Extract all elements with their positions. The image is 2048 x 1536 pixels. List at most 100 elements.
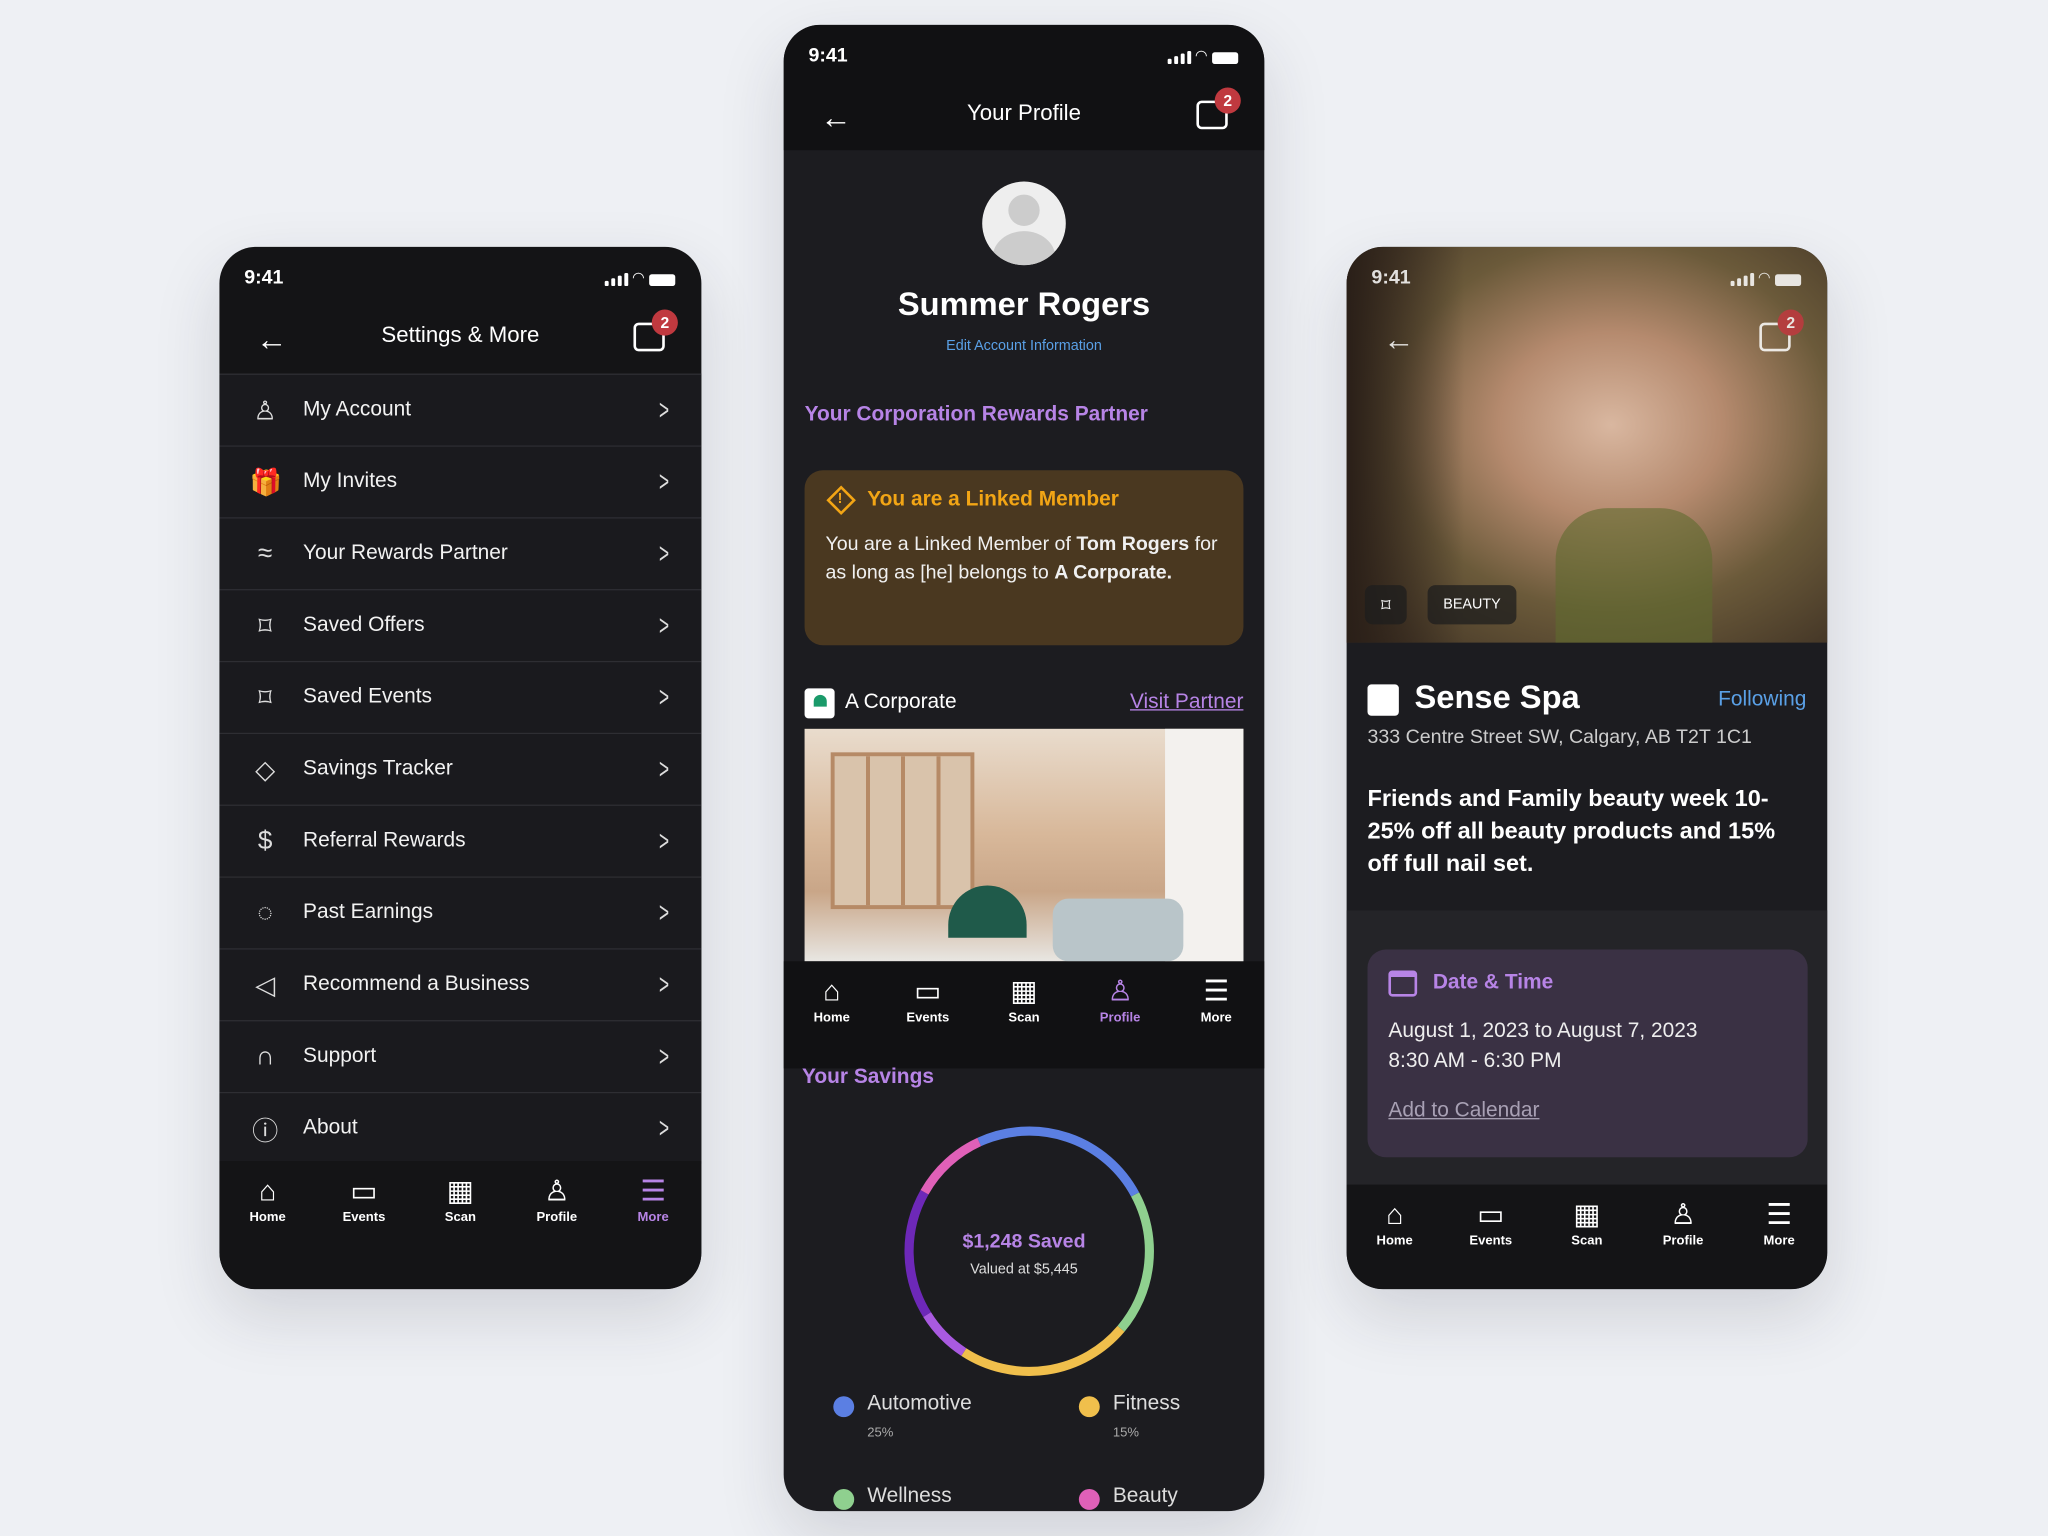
avatar[interactable] xyxy=(982,181,1066,266)
battery-icon xyxy=(649,274,676,287)
edit-account-link[interactable]: Edit Account Information xyxy=(784,338,1265,354)
business-logo xyxy=(1367,684,1399,716)
nav-label: Scan xyxy=(1008,1010,1040,1026)
nav-label: More xyxy=(1200,1010,1232,1026)
nav-profile[interactable]: ♙ Profile xyxy=(518,1161,596,1289)
status-bar: 9:41 ◠ xyxy=(1347,247,1828,304)
calendar-clock-icon xyxy=(1388,970,1418,997)
nav-events[interactable]: ▭ Events xyxy=(889,961,967,1068)
bookmark-button[interactable]: ⌑ xyxy=(1364,585,1407,625)
business-address: 333 Centre Street SW, Calgary, AB T2T 1C… xyxy=(1367,726,1752,749)
nav-more[interactable]: ☰ More xyxy=(614,1161,692,1289)
nav-label: Events xyxy=(906,1010,950,1026)
nav-profile[interactable]: ♙ Profile xyxy=(1644,1185,1722,1289)
donut-segment-3 xyxy=(923,1312,967,1356)
nav-scan[interactable]: ▦ Scan xyxy=(1548,1185,1626,1289)
nav-label: More xyxy=(1763,1234,1795,1249)
bookmark-icon: ⌑ xyxy=(258,683,272,713)
user-icon: ♙ xyxy=(1670,1197,1696,1231)
menu-item-label: Support xyxy=(303,1044,377,1068)
battery-icon xyxy=(1212,52,1239,64)
legend-label: Automotive xyxy=(867,1392,972,1415)
visit-partner-link[interactable]: Visit Partner xyxy=(1130,691,1243,715)
legend-swatch xyxy=(1078,1396,1100,1418)
menu-item-label: Saved Offers xyxy=(303,613,425,637)
headset-icon: ∩ xyxy=(255,1041,275,1071)
legend-swatch xyxy=(833,1396,855,1418)
nav-more[interactable]: ☰ More xyxy=(1177,961,1255,1068)
nav-label: More xyxy=(637,1210,669,1226)
chat-icon[interactable]: 2 xyxy=(1196,87,1241,130)
page-title: Your Profile xyxy=(966,100,1081,126)
back-arrow-icon[interactable]: ← xyxy=(1383,323,1414,360)
chat-icon[interactable]: 2 xyxy=(633,309,678,352)
legend-label: Beauty xyxy=(1112,1485,1178,1508)
menu-item-label: Referral Rewards xyxy=(303,829,466,852)
settings-screen: 9:41 ◠ ← Settings & More 2 ♙ My Account > 🎁… xyxy=(219,246,702,1290)
nav-label: Home xyxy=(1376,1234,1413,1249)
nav-more[interactable]: ☰ More xyxy=(1740,1185,1818,1289)
page-title: Settings & More xyxy=(381,322,540,348)
nav-profile[interactable]: ♙ Profile xyxy=(1081,961,1159,1068)
status-time: 9:41 xyxy=(244,266,284,289)
info-icon: ⓘ xyxy=(252,1117,279,1147)
menu-item-my-account[interactable]: ♙ My Account > xyxy=(219,373,702,446)
gift-icon: 🎁 xyxy=(249,468,282,497)
nav-events[interactable]: ▭ Events xyxy=(325,1161,403,1289)
savings-title: Your Savings xyxy=(801,1065,934,1088)
add-to-calendar-link[interactable]: Add to Calendar xyxy=(1388,1100,1786,1124)
signal-icon xyxy=(1167,50,1191,64)
menu-item-recommend-a-business[interactable]: ◁ Recommend a Business > xyxy=(219,948,702,1021)
signal-icon xyxy=(1729,272,1754,287)
event-hours: 8:30 AM - 6:30 PM xyxy=(1388,1050,1562,1073)
nav-home[interactable]: ⌂ Home xyxy=(228,1161,306,1289)
menu-item-saved-offers[interactable]: ⌑ Saved Offers > xyxy=(219,589,702,661)
legend-swatch xyxy=(1078,1488,1100,1510)
qr-code-icon: ▦ xyxy=(1573,1197,1601,1231)
menu-icon: ☰ xyxy=(640,1174,667,1207)
nav-home[interactable]: ⌂ Home xyxy=(793,961,871,1068)
menu-item-support[interactable]: ∩ Support > xyxy=(219,1020,702,1092)
menu-item-saved-events[interactable]: ⌑ Saved Events > xyxy=(219,660,702,733)
chat-icon[interactable]: 2 xyxy=(1759,309,1804,352)
menu-item-label: Recommend a Business xyxy=(303,973,530,996)
user-icon: ♙ xyxy=(543,1174,570,1207)
menu-item-referral-rewards[interactable]: $ Referral Rewards > xyxy=(219,804,702,877)
nav-events[interactable]: ▭ Events xyxy=(1452,1185,1530,1289)
menu-item-label: Saved Events xyxy=(303,685,432,708)
nav-label: Home xyxy=(813,1010,850,1026)
chevron-right-icon: > xyxy=(659,680,670,714)
header: ← Settings & More 2 xyxy=(219,304,701,372)
nav-scan[interactable]: ▦ Scan xyxy=(985,961,1063,1068)
organization-name: A Corporate. xyxy=(1054,561,1173,584)
offer-description: Friends and Family beauty week 10-25% of… xyxy=(1367,784,1776,877)
menu-item-your-rewards-partner[interactable]: ≈ Your Rewards Partner > xyxy=(219,517,702,590)
home-icon: ⌂ xyxy=(258,1174,277,1207)
piggy-bank-icon: ◌ xyxy=(257,897,273,927)
legend-label: Wellness xyxy=(867,1485,952,1508)
menu-item-past-earnings[interactable]: ◌ Past Earnings > xyxy=(219,876,702,949)
menu-item-savings-tracker[interactable]: ◇ Savings Tracker > xyxy=(219,732,702,805)
linked-member-card: ! You are a Linked Member You are a Link… xyxy=(804,470,1244,646)
wifi-icon: ◠ xyxy=(1195,48,1207,64)
header: ← Your Profile 2 xyxy=(784,82,1265,150)
menu-item-label: Past Earnings xyxy=(303,901,434,924)
menu-item-about[interactable]: ⓘ About > xyxy=(219,1091,702,1164)
legend-percent: 25% xyxy=(867,1426,894,1441)
warning-text: You are a Linked Member of xyxy=(825,532,1077,556)
nav-scan[interactable]: ▦ Scan xyxy=(421,1161,499,1289)
bookmark-icon: ⌑ xyxy=(258,611,272,641)
notification-badge: 2 xyxy=(651,309,678,336)
nav-home[interactable]: ⌂ Home xyxy=(1355,1185,1433,1289)
home-icon: ⌂ xyxy=(823,974,841,1008)
chevron-right-icon: > xyxy=(659,824,670,857)
chevron-right-icon: > xyxy=(659,393,670,426)
menu-item-label: Your Rewards Partner xyxy=(303,542,508,565)
profile-name: Summer Rogers xyxy=(897,286,1151,323)
bottom-nav: ⌂ Home ▭ Events ▦ Scan ♙ Profile ☰ More xyxy=(219,1161,702,1290)
following-button[interactable]: Following xyxy=(1718,688,1806,712)
nav-label: Home xyxy=(249,1210,286,1226)
profile-screen: 9:41 ◠ ← Your Profile 2 Summer Rogers Ed… xyxy=(783,24,1265,1512)
date-time-card: Date & Time August 1, 2023 to August 7, … xyxy=(1367,949,1808,1158)
menu-item-my-invites[interactable]: 🎁 My Invites > xyxy=(219,445,702,518)
